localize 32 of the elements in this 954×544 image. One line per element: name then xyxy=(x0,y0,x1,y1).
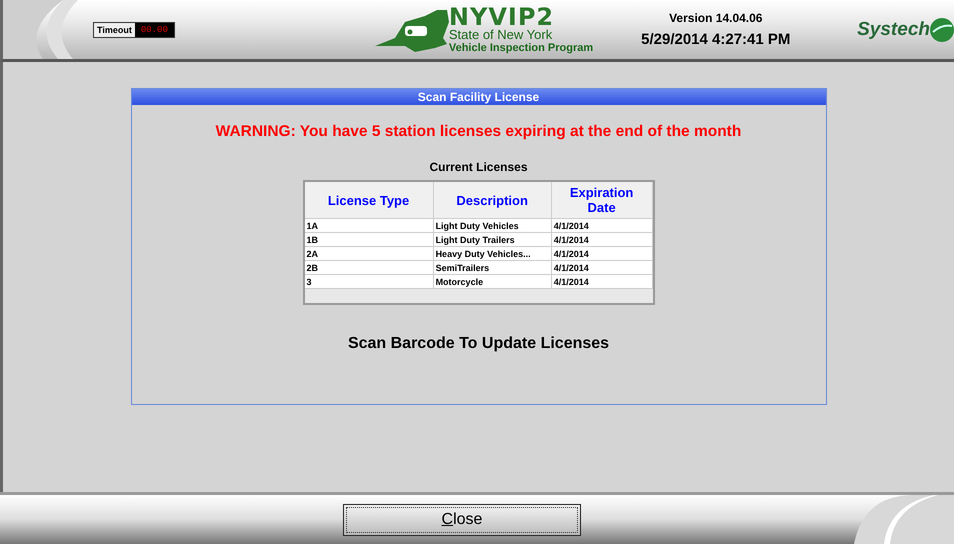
timeout-value: 00.00 xyxy=(134,22,174,36)
globe-icon xyxy=(930,18,954,42)
brand-name: Systech xyxy=(857,18,930,40)
table-cell: 2A xyxy=(304,246,434,260)
table-cell: 1B xyxy=(304,232,434,246)
column-header: Description xyxy=(433,182,552,218)
table-cell: Heavy Duty Vehicles... xyxy=(433,246,552,260)
warning-message: WARNING: You have 5 station licenses expiring at the end of the month xyxy=(216,123,742,141)
table-cell: Light Duty Vehicles xyxy=(433,218,552,232)
table-cell: Light Duty Trailers xyxy=(433,232,552,246)
table-cell: 4/1/2014 xyxy=(551,246,652,260)
table-title: Current Licenses xyxy=(429,160,528,174)
instruction-text: Scan Barcode To Update Licenses xyxy=(348,335,610,353)
version-label: Version 14.04.06 xyxy=(669,11,762,25)
table-cell: 4/1/2014 xyxy=(551,274,652,288)
table-cell: 4/1/2014 xyxy=(551,260,652,274)
table-cell: 1A xyxy=(304,218,434,232)
column-header: Expiration Date xyxy=(551,182,652,218)
column-header: License Type xyxy=(304,182,434,218)
table-cell: SemiTrailers xyxy=(433,260,552,274)
close-button[interactable]: Close xyxy=(343,504,581,536)
dialog-title: Scan Facility License xyxy=(132,89,826,105)
table-cell: 4/1/2014 xyxy=(551,218,652,232)
date-time: 5/29/2014 4:27:41 PM xyxy=(641,31,790,48)
table-cell: 3 xyxy=(304,274,434,288)
logo-title: NYVIP2 xyxy=(448,6,556,28)
table-cell: Motorcycle xyxy=(433,274,552,288)
table-cell: 2B xyxy=(304,260,434,274)
timeout-label: Timeout xyxy=(96,24,133,34)
table-cell: 4/1/2014 xyxy=(551,232,652,246)
logo-subtitle: State of New York xyxy=(448,28,554,42)
logo-subtitle: Vehicle Inspection Program xyxy=(448,42,594,54)
